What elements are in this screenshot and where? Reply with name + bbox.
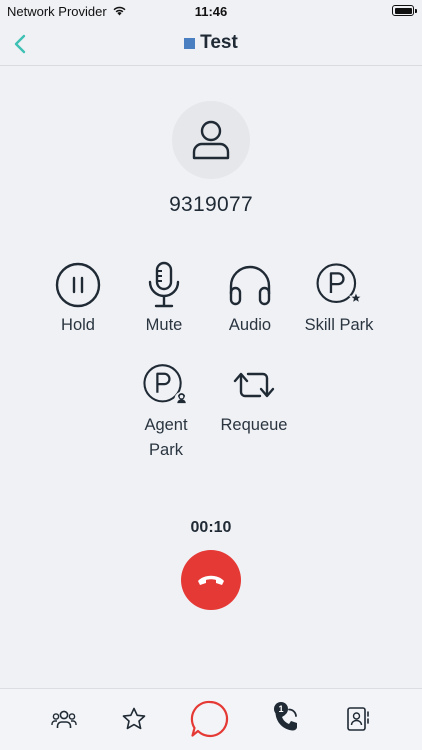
tab-favorites[interactable] [104, 689, 164, 749]
hold-button[interactable]: Hold [28, 260, 128, 338]
requeue-button[interactable]: Requeue [204, 360, 304, 438]
presence-square-icon [184, 37, 196, 49]
battery-icon [392, 5, 417, 16]
hangup-button[interactable] [181, 550, 241, 610]
avatar [172, 101, 250, 179]
skill-park-button[interactable]: Skill Park [289, 260, 389, 338]
skill-park-label: Skill Park [304, 316, 374, 334]
tab-directory[interactable] [328, 689, 388, 749]
pause-icon [55, 262, 101, 308]
hold-label: Hold [61, 316, 95, 334]
users-icon [51, 710, 77, 728]
parking-agent-icon [143, 364, 189, 406]
audio-icon-wrap [225, 260, 275, 310]
agent-park-button[interactable]: Agent Park [116, 360, 216, 463]
hold-icon-wrap [53, 260, 103, 310]
agent-park-label-line1: Agent [144, 416, 188, 434]
phone-hangup-icon [198, 575, 224, 585]
status-time: 11:46 [194, 4, 228, 19]
caller-number: 9319077 [169, 193, 253, 216]
skill-park-icon-wrap [314, 260, 364, 310]
agent-park-icon-wrap [141, 360, 191, 410]
status-bar: Network Provider 11:46 [0, 0, 422, 22]
contact-name: Test [200, 32, 238, 53]
mute-button[interactable]: Mute [114, 260, 214, 338]
star-icon [122, 707, 146, 730]
audio-button[interactable]: Audio [200, 260, 300, 338]
tab-bar: 1 [0, 688, 422, 750]
audio-label: Audio [228, 316, 272, 334]
user-icon [192, 120, 230, 160]
mute-icon-wrap [139, 260, 189, 310]
chat-bubble-icon [190, 700, 229, 738]
requeue-icon-wrap [229, 360, 279, 410]
repeat-icon [233, 372, 275, 398]
headphones-icon [229, 265, 271, 306]
tab-contacts-group[interactable] [34, 689, 94, 749]
nav-bar: Test [0, 22, 422, 66]
requeue-label: Requeue [220, 416, 288, 434]
parking-star-icon [316, 263, 364, 305]
address-book-icon [347, 707, 369, 731]
page-title: Test [0, 32, 422, 54]
microphone-icon [148, 261, 180, 308]
mute-label: Mute [145, 316, 183, 334]
calls-badge: 1 [274, 702, 288, 716]
call-timer: 00:10 [190, 519, 232, 536]
tab-calls[interactable] [256, 689, 316, 749]
tab-chat[interactable] [180, 689, 240, 749]
agent-park-label-line2: Park [149, 441, 183, 459]
